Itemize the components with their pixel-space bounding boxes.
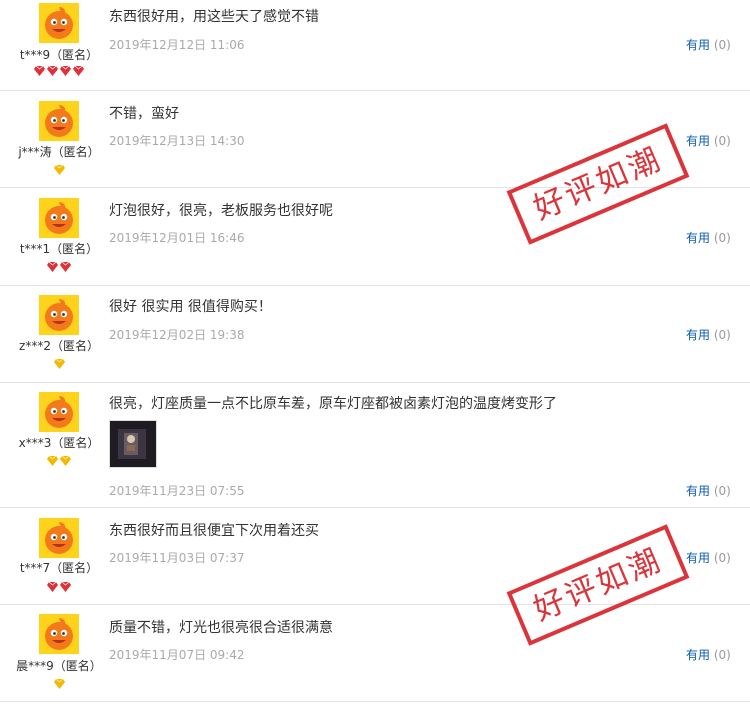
useful-control: 有用 (0) bbox=[686, 36, 731, 53]
red-gem-icon bbox=[47, 262, 58, 272]
useful-control: 有用 (0) bbox=[686, 229, 731, 246]
mascot-icon bbox=[39, 101, 79, 141]
avatar[interactable] bbox=[39, 3, 79, 43]
useful-button[interactable]: 有用 bbox=[686, 551, 710, 565]
avatar[interactable] bbox=[39, 198, 79, 238]
review-text: 不错，蛮好 bbox=[109, 106, 179, 122]
review-text: 很亮，灯座质量一点不比原车差，原车灯座都被卤素灯泡的温度烤变形了 bbox=[109, 396, 557, 412]
rating-gems bbox=[0, 262, 118, 272]
review-item: 晨***9（匿名） 质量不错，灯光也很亮很合适很满意 2019年11月07日 0… bbox=[0, 605, 750, 702]
useful-count: (0) bbox=[713, 484, 731, 498]
avatar[interactable] bbox=[39, 392, 79, 432]
rating-gems bbox=[0, 165, 118, 175]
useful-control: 有用 (0) bbox=[686, 132, 731, 149]
useful-control: 有用 (0) bbox=[686, 482, 731, 499]
useful-count: (0) bbox=[713, 551, 731, 565]
username[interactable]: t***9（匿名） bbox=[0, 46, 118, 63]
mascot-icon bbox=[39, 295, 79, 335]
red-gem-icon bbox=[60, 262, 71, 272]
review-item: x***3（匿名） 很亮，灯座质量一点不比原车差，原车灯座都被卤素灯泡的温度烤变… bbox=[0, 383, 750, 508]
username[interactable]: z***2（匿名） bbox=[0, 337, 118, 354]
review-date: 2019年11月03日 07:37 bbox=[109, 551, 245, 565]
mascot-icon bbox=[39, 614, 79, 654]
review-date: 2019年12月01日 16:46 bbox=[109, 231, 245, 245]
review-photo[interactable] bbox=[109, 420, 157, 468]
rating-gems bbox=[0, 66, 118, 76]
username[interactable]: 晨***9（匿名） bbox=[0, 657, 118, 674]
mascot-icon bbox=[39, 198, 79, 238]
review-item: t***9（匿名） 东西很好用，用这些天了感觉不错 2019年12月12日 11… bbox=[0, 0, 750, 91]
avatar[interactable] bbox=[39, 295, 79, 335]
useful-button[interactable]: 有用 bbox=[686, 484, 710, 498]
useful-control: 有用 (0) bbox=[686, 549, 731, 566]
useful-count: (0) bbox=[713, 38, 731, 52]
username[interactable]: t***7（匿名） bbox=[0, 559, 118, 576]
gold-gem-icon bbox=[47, 456, 58, 466]
useful-count: (0) bbox=[713, 231, 731, 245]
review-date: 2019年11月07日 09:42 bbox=[109, 648, 245, 662]
mascot-icon bbox=[39, 518, 79, 558]
review-date: 2019年12月02日 19:38 bbox=[109, 328, 245, 342]
review-text: 质量不错，灯光也很亮很合适很满意 bbox=[109, 620, 333, 636]
useful-count: (0) bbox=[713, 134, 731, 148]
useful-count: (0) bbox=[713, 648, 731, 662]
useful-button[interactable]: 有用 bbox=[686, 134, 710, 148]
red-gem-icon bbox=[34, 66, 45, 76]
red-gem-icon bbox=[47, 582, 58, 592]
useful-button[interactable]: 有用 bbox=[686, 328, 710, 342]
gold-gem-icon bbox=[53, 679, 65, 689]
review-item: t***1（匿名） 灯泡很好，很亮，老板服务也很好呢 2019年12月01日 1… bbox=[0, 188, 750, 286]
lamp-photo-icon bbox=[110, 421, 156, 467]
rating-gems bbox=[0, 582, 118, 592]
red-gem-icon bbox=[60, 66, 71, 76]
username[interactable]: x***3（匿名） bbox=[0, 434, 118, 451]
red-gem-icon bbox=[73, 66, 84, 76]
gold-gem-icon bbox=[53, 165, 65, 175]
username[interactable]: j***涛（匿名） bbox=[0, 143, 118, 160]
rating-gems bbox=[0, 359, 118, 369]
gold-gem-icon bbox=[53, 359, 65, 369]
review-date: 2019年11月23日 07:55 bbox=[109, 484, 245, 498]
review-date: 2019年12月13日 14:30 bbox=[109, 134, 245, 148]
review-text: 东西很好而且很便宜下次用着还买 bbox=[109, 523, 319, 539]
review-item: z***2（匿名） 很好 很实用 很值得购买！ 2019年12月02日 19:3… bbox=[0, 286, 750, 383]
useful-control: 有用 (0) bbox=[686, 646, 731, 663]
useful-count: (0) bbox=[713, 328, 731, 342]
useful-control: 有用 (0) bbox=[686, 326, 731, 343]
review-text: 灯泡很好，很亮，老板服务也很好呢 bbox=[109, 203, 333, 219]
useful-button[interactable]: 有用 bbox=[686, 38, 710, 52]
review-text: 东西很好用，用这些天了感觉不错 bbox=[109, 9, 319, 25]
red-gem-icon bbox=[60, 582, 71, 592]
red-gem-icon bbox=[47, 66, 58, 76]
useful-button[interactable]: 有用 bbox=[686, 648, 710, 662]
rating-gems bbox=[0, 456, 118, 466]
username[interactable]: t***1（匿名） bbox=[0, 240, 118, 257]
rating-gems bbox=[0, 679, 118, 689]
gold-gem-icon bbox=[60, 456, 71, 466]
mascot-icon bbox=[39, 3, 79, 43]
avatar[interactable] bbox=[39, 614, 79, 654]
useful-button[interactable]: 有用 bbox=[686, 231, 710, 245]
avatar[interactable] bbox=[39, 101, 79, 141]
review-text: 很好 很实用 很值得购买！ bbox=[109, 299, 272, 315]
review-date: 2019年12月12日 11:06 bbox=[109, 38, 245, 52]
avatar[interactable] bbox=[39, 518, 79, 558]
mascot-icon bbox=[39, 392, 79, 432]
